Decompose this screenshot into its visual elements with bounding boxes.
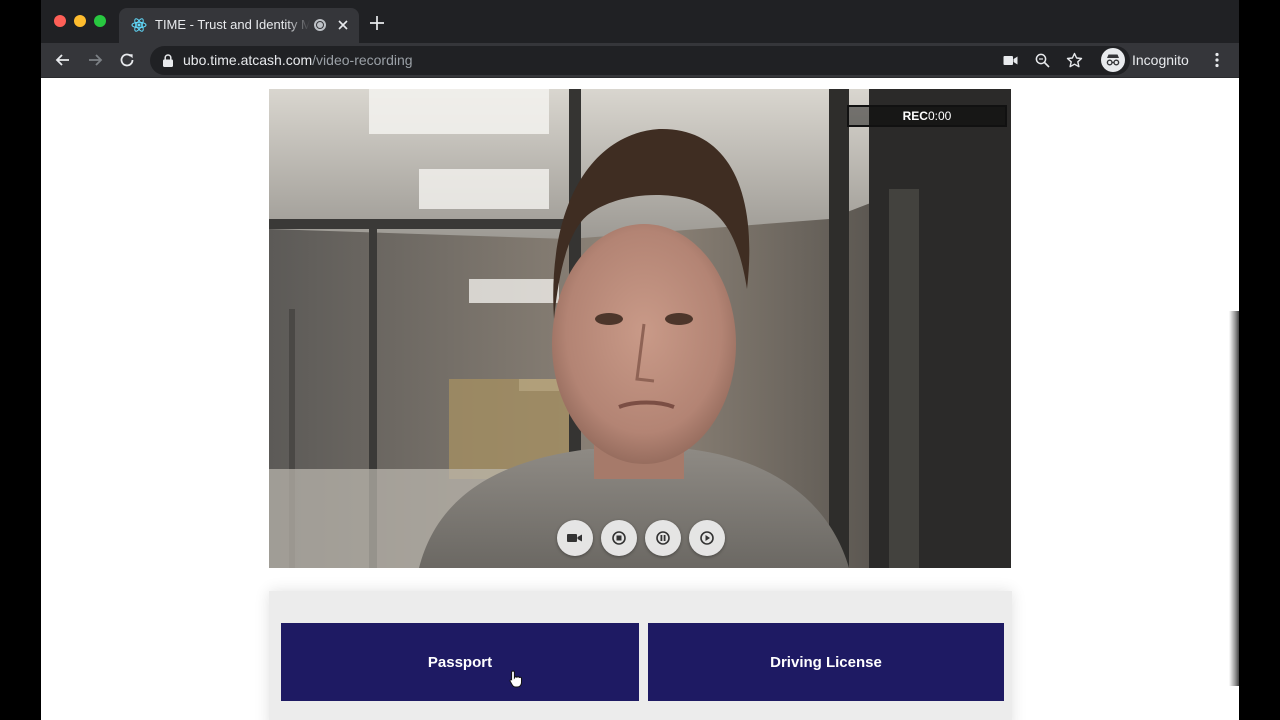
address-bar[interactable]: ubo.time.atcash.com/video-recording xyxy=(150,46,1130,75)
lock-icon[interactable] xyxy=(162,54,174,67)
arrow-left-icon[interactable] xyxy=(54,51,72,69)
stop-button[interactable] xyxy=(601,520,637,556)
tab-title: TIME - Trust and Identity Management xyxy=(155,17,310,33)
pause-button[interactable] xyxy=(645,520,681,556)
page-content: REC0:00 Passport Driving License xyxy=(41,79,1239,720)
magnifier-icon[interactable] xyxy=(1035,53,1050,68)
document-type-panel: Passport Driving License xyxy=(269,591,1012,720)
tab-strip: TIME - Trust and Identity Management xyxy=(41,0,1239,43)
close-window-button[interactable] xyxy=(54,15,66,27)
camera-button[interactable] xyxy=(557,520,593,556)
recorder-controls xyxy=(557,520,725,556)
url-text: ubo.time.atcash.com/video-recording xyxy=(183,52,413,69)
pause-icon xyxy=(656,531,670,545)
browser-toolbar: ubo.time.atcash.com/video-recording Inco… xyxy=(41,43,1239,78)
recording-timer: REC0:00 xyxy=(847,105,1007,127)
react-icon xyxy=(131,18,147,32)
url-host: ubo.time.atcash.com xyxy=(183,52,313,68)
reload-icon[interactable] xyxy=(118,51,136,69)
passport-button[interactable]: Passport xyxy=(281,623,639,701)
arrow-right-icon[interactable] xyxy=(86,51,104,69)
incognito-profile-button[interactable]: Incognito xyxy=(1101,47,1191,74)
kebab-menu-icon[interactable] xyxy=(1208,51,1226,69)
stop-icon xyxy=(612,531,626,545)
star-icon[interactable] xyxy=(1066,52,1083,69)
browser-window: TIME - Trust and Identity Management xyxy=(41,0,1239,720)
camera-in-use-icon[interactable] xyxy=(1003,53,1018,68)
driving-license-button[interactable]: Driving License xyxy=(648,623,1004,701)
scrollbar[interactable] xyxy=(1229,311,1239,686)
webcam-image xyxy=(269,89,1011,568)
play-button[interactable] xyxy=(689,520,725,556)
incognito-icon xyxy=(1101,48,1125,72)
plus-icon[interactable] xyxy=(370,16,384,30)
recording-indicator-icon xyxy=(314,19,326,31)
rec-label: REC xyxy=(902,109,928,123)
video-camera-icon xyxy=(567,534,582,542)
hand-cursor-icon xyxy=(509,670,522,688)
play-icon xyxy=(700,531,714,545)
browser-tab[interactable]: TIME - Trust and Identity Management xyxy=(119,8,359,43)
elapsed-time: 0:00 xyxy=(927,109,952,123)
close-icon[interactable] xyxy=(335,17,351,33)
webcam-preview: REC0:00 xyxy=(269,89,1011,568)
minimize-window-button[interactable] xyxy=(74,15,86,27)
profile-label: Incognito xyxy=(1132,52,1189,68)
url-path: /video-recording xyxy=(312,52,413,68)
maximize-window-button[interactable] xyxy=(94,15,106,27)
